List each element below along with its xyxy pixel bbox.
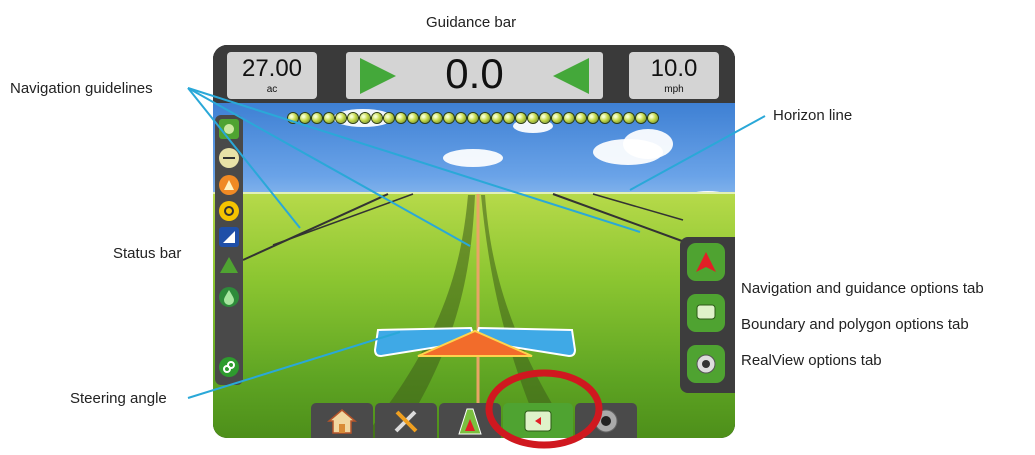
realview-options-tab[interactable] — [687, 345, 725, 383]
vehicle-view-tab[interactable] — [439, 403, 501, 438]
vehicle-view-icon — [458, 408, 482, 434]
lightbar-led — [480, 113, 490, 123]
right-guideline-1 — [552, 193, 694, 246]
area-box[interactable]: 27.00 ac — [227, 52, 317, 99]
realview-tab[interactable] — [575, 403, 637, 438]
lightbar-led — [648, 113, 658, 123]
lightbar-led — [636, 113, 646, 123]
lightbar-led — [336, 113, 346, 123]
lightbar-led — [396, 113, 406, 123]
bottom-nav-tabs — [311, 403, 647, 438]
lightbar-led — [384, 113, 394, 123]
guidance-bar: 27.00 ac 0.0 10.0 mph — [213, 45, 735, 103]
right-options-tabs — [680, 237, 735, 393]
lightbar-led — [432, 113, 442, 123]
home-icon — [327, 408, 357, 434]
area-unit: ac — [266, 84, 278, 95]
connection-icon[interactable] — [219, 357, 239, 377]
callout-nav-guidance-tab: Navigation and guidance options tab — [741, 280, 984, 297]
bsu-status-icon[interactable] — [219, 255, 239, 275]
device-screen: 27.00 ac 0.0 10.0 mph — [213, 45, 735, 438]
status-bar[interactable] — [215, 115, 243, 385]
callout-horizon-line: Horizon line — [773, 107, 853, 124]
lightbar-led — [624, 113, 634, 123]
callout-steering-angle: Steering angle — [70, 390, 167, 407]
callout-boundary-polygon-tab: Boundary and polygon options tab — [741, 316, 969, 333]
realview-camera-icon — [594, 409, 618, 432]
guidance-mode-icon[interactable] — [219, 148, 239, 168]
lightbar-led — [564, 113, 574, 123]
lightbar-led — [540, 113, 550, 123]
lightbar-led — [300, 113, 310, 123]
lightbar-led — [588, 113, 598, 123]
lightbar-led — [552, 113, 562, 123]
speed-value: 10.0 — [650, 55, 698, 82]
area-value: 27.00 — [241, 55, 303, 82]
auto-steering-icon[interactable] — [219, 201, 239, 221]
lightbar-led — [600, 113, 610, 123]
guidance-view-icon — [524, 410, 552, 431]
callout-guidance-bar: Guidance bar — [426, 14, 517, 31]
lightbar-led — [456, 113, 466, 123]
navigation-arrow-icon — [696, 252, 716, 272]
lightbar-led — [348, 113, 358, 123]
gps-status-icon[interactable] — [219, 119, 239, 139]
camera-icon — [696, 354, 716, 374]
lightbar-led — [408, 113, 418, 123]
lightbar-led — [528, 113, 538, 123]
led-lightbar — [288, 110, 660, 123]
tube-icon[interactable] — [219, 287, 239, 307]
cross-track-value: 0.0 — [445, 50, 504, 97]
left-guideline-1 — [242, 193, 389, 261]
left-guideline-2 — [272, 193, 414, 246]
callout-navigation-guidelines: Navigation guidelines — [10, 80, 153, 97]
boomsection-icon[interactable] — [219, 227, 239, 247]
lightbar-led — [420, 113, 430, 123]
lightbar-led — [444, 113, 454, 123]
lightbar-led — [492, 113, 502, 123]
speed-box[interactable]: 10.0 mph — [629, 52, 719, 99]
lightbar-led — [324, 113, 334, 123]
navigation-guidance-options-tab[interactable] — [687, 243, 725, 281]
steering-angle-indicator — [373, 326, 577, 358]
right-guideline-2 — [592, 193, 684, 221]
lightbar-led — [312, 113, 322, 123]
lightbar-led — [516, 113, 526, 123]
tools-icon — [394, 410, 418, 432]
lightbar-led — [612, 113, 622, 123]
lightbar-led — [468, 113, 478, 123]
boundary-polygon-icon — [696, 304, 716, 320]
lightbar-led — [372, 113, 382, 123]
guidance-view-tab[interactable] — [503, 403, 573, 438]
lightbar-led — [360, 113, 370, 123]
callout-realview-tab: RealView options tab — [741, 352, 882, 369]
cross-track-box: 0.0 — [346, 50, 603, 99]
home-tab[interactable] — [311, 403, 373, 438]
system-setup-tab[interactable] — [375, 403, 437, 438]
tilt-correction-icon[interactable] — [219, 175, 239, 195]
callout-status-bar: Status bar — [113, 245, 182, 262]
speed-unit: mph — [664, 84, 684, 95]
lightbar-led — [576, 113, 586, 123]
lightbar-led — [504, 113, 514, 123]
scene-overlay — [242, 193, 694, 438]
boundary-polygon-options-tab[interactable] — [687, 294, 725, 332]
lightbar-led — [288, 113, 298, 123]
